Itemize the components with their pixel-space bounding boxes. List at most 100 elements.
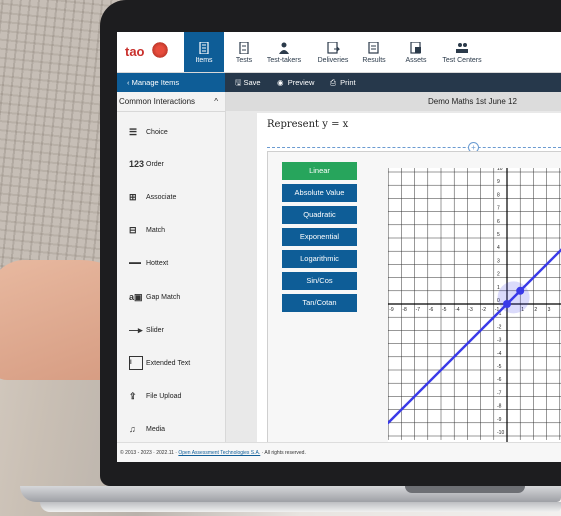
sidebar-item-label: File Upload xyxy=(146,393,182,400)
x-tick-label: -7 xyxy=(416,307,421,313)
y-tick-label: 3 xyxy=(497,258,500,264)
coordinate-graph[interactable]: -10-9-8-7-6-5-4-3-2-1123410987654321-1-2… xyxy=(388,168,561,443)
print-button[interactable]: ⎙ Print xyxy=(330,73,356,92)
nav-label: Deliveries xyxy=(317,57,349,64)
function-button-exponential[interactable]: Exponential xyxy=(282,228,357,246)
preview-label: Preview xyxy=(287,78,315,87)
function-button-linear[interactable]: Linear xyxy=(282,162,357,180)
x-tick-label: -6 xyxy=(429,307,434,313)
x-tick-label: 3 xyxy=(548,307,551,313)
section-title: Common Interactions xyxy=(119,97,196,106)
gap-match-icon: a▣ xyxy=(129,292,143,302)
order-icon: 123 xyxy=(129,159,145,169)
y-tick-label: -3 xyxy=(497,338,502,344)
hottext-icon: ▬▬ xyxy=(129,260,141,266)
media-icon: ♫ xyxy=(129,424,136,434)
sidebar-item-label: Order xyxy=(146,161,164,168)
y-tick-label: -9 xyxy=(497,417,502,423)
sidebar-item-label: Gap Match xyxy=(146,294,181,301)
extended-text-icon: I xyxy=(129,356,143,370)
section-header[interactable]: Common Interactions ^ xyxy=(117,92,225,112)
x-tick-label: -8 xyxy=(402,307,407,313)
nav-results[interactable]: Results xyxy=(359,32,389,72)
nav-assets[interactable]: Assets xyxy=(402,32,430,72)
function-button-quadratic[interactable]: Quadratic xyxy=(282,206,357,224)
nav-deliveries[interactable]: Deliveries xyxy=(312,32,354,72)
function-button-tan-cotan[interactable]: Tan/Cotan xyxy=(282,294,357,312)
save-label: Save xyxy=(243,78,261,87)
footer-link[interactable]: Open Assessment Technologies S.A. xyxy=(178,450,260,456)
function-button-sin-cos[interactable]: Sin/Cos xyxy=(282,272,357,290)
nav-test-takers[interactable]: Test-takers xyxy=(259,32,309,72)
tests-icon xyxy=(239,42,249,54)
print-label: Print xyxy=(340,78,356,87)
nav-tests[interactable]: Tests xyxy=(229,32,259,72)
y-tick-label: 9 xyxy=(497,179,500,185)
item-title: Demo Maths 1st June 12 xyxy=(428,97,517,106)
graph-interaction: Linear Absolute Value Quadratic Exponent… xyxy=(267,151,561,443)
chevron-up-icon: ^ xyxy=(214,97,218,106)
function-button-logarithmic[interactable]: Logarithmic xyxy=(282,250,357,268)
y-tick-label: 5 xyxy=(497,232,500,238)
y-tick-label: 8 xyxy=(497,192,500,198)
y-tick-label: -6 xyxy=(497,377,502,383)
y-tick-label: 2 xyxy=(497,272,500,278)
test-centers-icon xyxy=(456,43,468,53)
y-tick-label: -2 xyxy=(497,324,502,330)
sidebar-item-label: Hottext xyxy=(146,260,169,267)
nav-label: Test-takers xyxy=(266,57,302,64)
slider-icon: —▸ xyxy=(129,325,143,335)
function-button-absolute-value[interactable]: Absolute Value xyxy=(282,184,357,202)
y-tick-label: -7 xyxy=(497,390,502,396)
interactions-sidebar: Common Interactions ^ ☰ Choice 123 Order… xyxy=(117,92,226,442)
sidebar-item-label: Extended Text xyxy=(146,360,191,367)
control-point xyxy=(516,286,525,295)
y-tick-label: 7 xyxy=(497,206,500,212)
tao-logo[interactable]: tao xyxy=(125,39,181,65)
y-tick-label: 10 xyxy=(497,168,503,172)
save-icon: 🖫 xyxy=(235,78,242,87)
laptop-notch xyxy=(405,486,525,493)
x-tick-label: -2 xyxy=(482,307,487,313)
results-icon xyxy=(368,42,379,54)
y-tick-label: -5 xyxy=(497,364,502,370)
item-editor: Demo Maths 1st June 12 Represent y = x +… xyxy=(226,92,561,443)
item-prompt[interactable]: Represent y = x xyxy=(267,119,348,130)
sidebar-item-label: Choice xyxy=(146,129,168,136)
y-tick-label: -8 xyxy=(497,404,502,410)
nav-label: Assets xyxy=(405,57,427,64)
nav-label: Items xyxy=(195,57,213,64)
x-tick-label: -3 xyxy=(468,307,473,313)
nav-items[interactable]: Items xyxy=(184,32,224,72)
associate-icon: ⊞ xyxy=(129,192,137,202)
logo-mark-icon xyxy=(151,41,169,59)
item-canvas: Represent y = x + Linear Absolute Value … xyxy=(257,113,561,443)
sidebar-item-label: Slider xyxy=(146,327,164,334)
x-tick-label: -9 xyxy=(389,307,394,313)
footer: © 2013 - 2023 · 2022.11 · Open Assessmen… xyxy=(117,442,561,462)
footer-prefix: © 2013 - 2023 · 2022.11 · xyxy=(120,450,179,456)
top-nav: tao Items Tests Test-takers Deliveries R… xyxy=(117,32,561,73)
save-button[interactable]: 🖫 Save xyxy=(235,73,261,92)
nav-label: Results xyxy=(362,57,386,64)
sidebar-item-label: Match xyxy=(146,227,166,234)
preview-button[interactable]: ◉ Preview xyxy=(277,73,314,92)
footer-suffix: · All rights reserved. xyxy=(260,450,306,456)
file-upload-icon: ⇪ xyxy=(129,391,137,401)
deliveries-icon xyxy=(327,42,340,54)
item-title-bar: Demo Maths 1st June 12 xyxy=(226,92,561,111)
choice-icon: ☰ xyxy=(129,127,138,137)
items-icon xyxy=(199,42,209,54)
test-takers-icon xyxy=(279,42,289,54)
eye-icon: ◉ xyxy=(277,78,284,87)
graph-background xyxy=(388,168,561,443)
nav-label: Tests xyxy=(235,57,253,64)
match-icon: ⊟ xyxy=(129,225,137,235)
block-separator xyxy=(267,147,561,148)
logo-text: tao xyxy=(125,44,145,59)
y-tick-label: -10 xyxy=(497,430,504,436)
manage-items-button[interactable]: ‹ Manage Items xyxy=(117,73,225,92)
nav-test-centers[interactable]: Test Centers xyxy=(440,32,484,72)
laptop-shadow xyxy=(40,502,561,512)
assets-icon xyxy=(410,42,421,54)
